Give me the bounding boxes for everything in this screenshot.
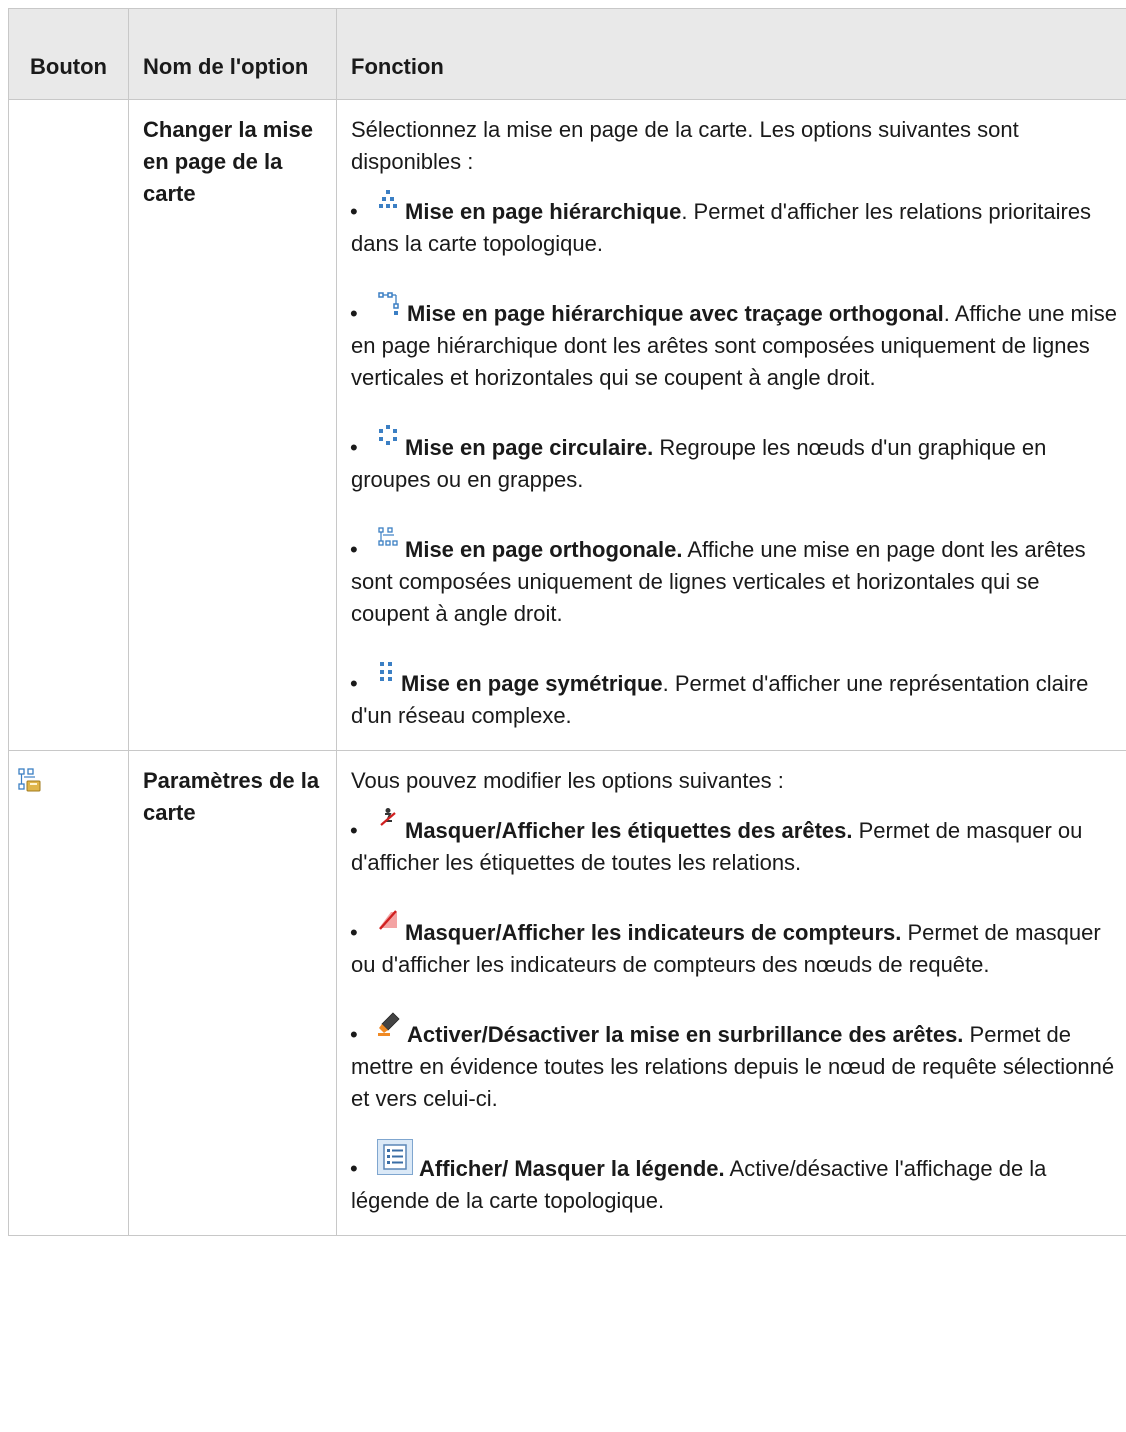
bullet-icon: • (350, 920, 358, 945)
row-button-cell (8, 99, 129, 751)
function-intro: Vous pouvez modifier les options suivant… (351, 768, 784, 793)
orthogonal-layout-icon (377, 526, 399, 548)
counter-indicators-icon (377, 909, 399, 931)
option-title: Activer/Désactiver la mise en surbrillan… (407, 1022, 964, 1047)
option-list: • Masquer/Afficher les étiquettes des ar… (350, 808, 1122, 1217)
table-row: Paramètres de la carte Vous pouvez modif… (8, 750, 1126, 1236)
option-name: Changer la mise en page de la carte (128, 99, 337, 751)
option-title: Mise en page orthogonale. (405, 537, 683, 562)
bullet-icon: • (350, 537, 358, 562)
table-row: Changer la mise en page de la carte Séle… (8, 99, 1126, 751)
function-intro: Sélectionnez la mise en page de la carte… (351, 117, 1019, 174)
list-item: • Afficher/ Masquer la légende. Active/d… (350, 1139, 1122, 1217)
list-item: • Mise en page hiérarchique. Permet d'af… (350, 190, 1122, 260)
option-title: Mise en page circulaire. (405, 435, 654, 460)
circular-layout-icon (377, 424, 399, 446)
row-button-cell (8, 750, 129, 1236)
bullet-icon: • (350, 818, 358, 843)
list-item: • Masquer/Afficher les indicateurs de co… (350, 910, 1122, 981)
option-title: Afficher/ Masquer la légende. (419, 1156, 725, 1181)
option-title: Mise en page hiérarchique avec traçage o… (407, 301, 944, 326)
option-title: Masquer/Afficher les indicateurs de comp… (405, 920, 902, 945)
list-item: • Mise (350, 527, 1122, 630)
map-settings-icon (17, 767, 120, 802)
header-nom-option: Nom de l'option (128, 8, 337, 100)
header-bouton: Bouton (8, 8, 129, 100)
option-title: Mise en page symétrique (401, 671, 663, 696)
hierarchical-layout-icon (377, 188, 399, 212)
list-item: • Mise (350, 292, 1122, 394)
option-name: Paramètres de la carte (128, 750, 337, 1236)
option-function: Sélectionnez la mise en page de la carte… (336, 99, 1126, 751)
option-title: Mise en page hiérarchique (405, 199, 682, 224)
highlight-edges-icon (377, 1011, 401, 1037)
bullet-icon: • (350, 1156, 358, 1181)
header-row: Bouton Nom de l'option Fonction (8, 8, 1126, 100)
list-item: • Masquer/Afficher les étiquettes des ar… (350, 808, 1122, 879)
bullet-icon: • (350, 199, 358, 224)
edge-labels-icon (377, 807, 399, 829)
header-fonction: Fonction (336, 8, 1126, 100)
bullet-icon: • (350, 435, 358, 460)
list-item: • Mise en page symétrique. Permet d'affi… (350, 662, 1122, 732)
option-title: Masquer/Afficher les étiquettes des arêt… (405, 818, 853, 843)
hierarchical-orthogonal-layout-icon (377, 290, 401, 316)
bullet-icon: • (350, 671, 358, 696)
options-table: Bouton Nom de l'option Fonction Changer … (8, 8, 1126, 1236)
list-item: • Mise en page circulaire. Regroupe les … (350, 425, 1122, 496)
option-function: Vous pouvez modifier les options suivant… (336, 750, 1126, 1236)
symmetric-layout-icon (377, 660, 395, 682)
bullet-icon: • (350, 301, 358, 326)
option-list: • Mise en page hiérarchique. Permet d'af… (350, 190, 1122, 732)
legend-icon (377, 1139, 413, 1175)
bullet-icon: • (350, 1022, 358, 1047)
list-item: • Activer/Désactiver la mise en surbrill… (350, 1012, 1122, 1115)
